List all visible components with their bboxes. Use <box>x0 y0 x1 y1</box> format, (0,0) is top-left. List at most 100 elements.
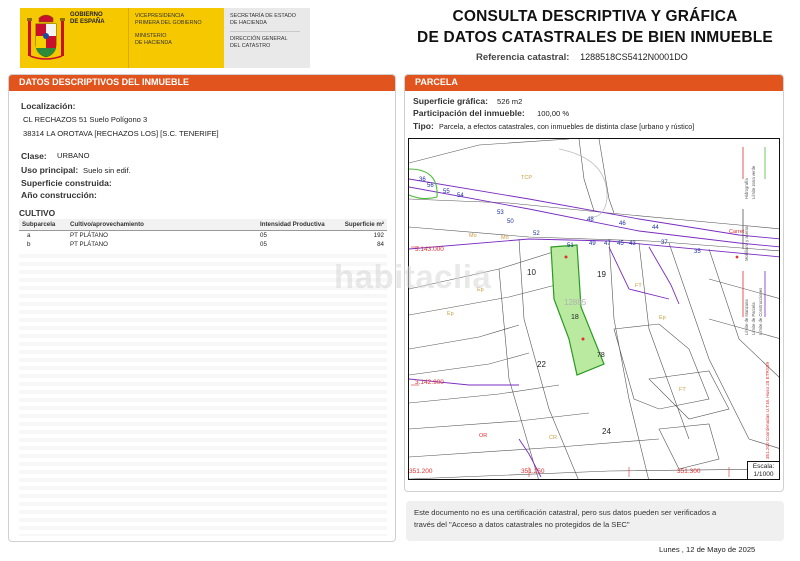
gov-spain-line2: DE ESPAÑA <box>70 19 105 25</box>
gov-spain-line1: GOBIERNO <box>70 12 103 18</box>
street-number: 56 <box>427 183 434 189</box>
legend-text: Hidrografía <box>744 178 749 199</box>
map-misc-label: CR <box>549 435 557 441</box>
street-number: 46 <box>619 221 626 227</box>
cultivo-table: Subparcela Cultivo/aprovechamiento Inten… <box>19 219 387 249</box>
table-row: a PT PLÁTANO 05 192 <box>19 231 387 241</box>
cell-intensidad: 05 <box>260 232 267 239</box>
uso-value: Suelo sin edif. <box>83 166 131 175</box>
section-title-parcela: PARCELA <box>405 75 783 91</box>
street-number: 36 <box>419 177 426 183</box>
legend-text: Límite de Parcela <box>751 302 756 335</box>
street-number: 53 <box>497 210 504 216</box>
map-misc-label: TCP <box>521 175 532 181</box>
superficie-grafica-value: 526 m2 <box>497 97 523 106</box>
localizacion-line2: 38314 LA OROTAVA [RECHAZOS LOS] [S.C. TE… <box>23 129 219 138</box>
document-title-line2: DE DATOS CATASTRALES DE BIEN INMUEBLE <box>417 29 773 46</box>
cultivo-title: CULTIVO <box>19 208 56 218</box>
empty-table-rows <box>19 254 387 536</box>
gov-block-ministry: VICEPRESIDENCIA PRIMERA DEL GOBIERNO MIN… <box>128 8 224 68</box>
legend-text: Límite de Construcciones <box>758 288 763 335</box>
coord-label: 351.250 <box>521 468 545 475</box>
map-parcel-point <box>581 337 585 341</box>
section-title-descriptive: DATOS DESCRIPTIVOS DEL INMUEBLE <box>9 75 395 91</box>
cell-subparcela: a <box>27 232 31 239</box>
map-base-lines <box>409 139 779 479</box>
cadastral-map[interactable]: 10 19 18 22 78 24 12885 56 55 54 53 52 5… <box>408 138 780 480</box>
document-title-line1: CONSULTA DESCRIPTIVA Y GRÁFICA <box>452 8 738 25</box>
anio-construccion-label: Año construcción: <box>21 190 97 200</box>
street-number: 45 <box>617 241 624 247</box>
legend-text: Límite zona verde <box>751 165 756 199</box>
disclaimer-note: Este documento no es una certificación c… <box>406 501 784 541</box>
cell-cultivo: PT PLÁTANO <box>70 241 108 248</box>
ref-value: 1288518CS5412N0001DO <box>580 52 688 62</box>
map-misc-label: OR <box>479 433 487 439</box>
map-label: 12885 <box>564 298 587 307</box>
map-scale: Escala: 1/1000 <box>747 461 779 479</box>
street-number: 37 <box>661 240 668 246</box>
map-misc-label: FT <box>679 387 686 393</box>
direccion-line2: DEL CATASTRO <box>230 42 271 49</box>
coat-of-arms-icon <box>27 14 65 60</box>
ministerio-line1: MINISTERIO <box>135 33 167 40</box>
street-number: 51 <box>567 243 574 249</box>
clase-value: URBANO <box>57 151 90 160</box>
col-superficie: Superficie m² <box>329 219 387 231</box>
legend-text: Límite de Manzana <box>744 299 749 335</box>
disclaimer-line1: Este documento no es una certificación c… <box>414 508 717 517</box>
table-header-row: Subparcela Cultivo/aprovechamiento Inten… <box>19 219 387 231</box>
map-label: 24 <box>602 427 611 436</box>
map-label: 10 <box>527 268 536 277</box>
vicepresidencia-line2: PRIMERA DEL GOBIERNO <box>135 19 202 26</box>
localizacion-line1: CL RECHAZOS 51 Suelo Polígono 3 <box>23 115 148 124</box>
col-cultivo: Cultivo/aprovechamiento <box>67 219 257 231</box>
uso-label: Uso principal: <box>21 165 79 175</box>
secretaria-line2: DE HACIENDA <box>230 19 267 26</box>
direccion-line1: DIRECCIÓN GENERAL <box>230 36 288 43</box>
secretaria-line1: SECRETARÍA DE ESTADO <box>230 13 296 19</box>
map-side-coordinates: 351.200 Coordenadas U.T.M. Huso 28 ETRS8… <box>765 362 770 459</box>
map-misc-label: FT <box>635 283 642 289</box>
disclaimer-line2: través del "Acceso a datos catastrales n… <box>414 520 630 529</box>
coord-label: 3.143.000 <box>415 246 444 253</box>
document-date: Lunes , 12 de Mayo de 2025 <box>659 545 756 554</box>
coord-label: 351.200 <box>409 468 433 475</box>
map-parcel-point <box>564 255 568 259</box>
map-misc-label: Mo <box>501 235 509 241</box>
table-row: b PT PLÁTANO 05 84 <box>19 240 387 249</box>
map-label: 18 <box>571 314 579 321</box>
cell-superficie: 192 <box>373 232 384 239</box>
scale-value: 1/1000 <box>753 471 774 478</box>
street-number: 49 <box>589 241 596 247</box>
ref-label: Referencia catastral: <box>476 52 570 63</box>
cadastral-map-drawing: 10 19 18 22 78 24 12885 56 55 54 53 52 5… <box>409 139 779 479</box>
cell-intensidad: 05 <box>260 241 267 248</box>
cell-subparcela: b <box>27 241 31 248</box>
map-misc-label: Mo <box>469 233 477 239</box>
coord-label: 3.142.900 <box>415 379 444 386</box>
legend-text: Mobiliario y aceras <box>744 226 749 261</box>
col-intensidad: Intensidad Productiva <box>257 219 329 231</box>
street-number: 48 <box>587 217 594 223</box>
localizacion-label: Localización: <box>21 101 76 111</box>
street-number: 55 <box>443 189 450 195</box>
clase-label: Clase: <box>21 151 47 161</box>
gov-block-spain: GOBIERNO DE ESPAÑA <box>20 8 128 68</box>
map-label: 78 <box>597 352 605 359</box>
street-number: 35 <box>694 249 701 255</box>
street-number: 52 <box>533 231 540 237</box>
map-label: 22 <box>537 360 546 369</box>
gov-block-catastro: SECRETARÍA DE ESTADO DE HACIENDA DIRECCI… <box>224 8 310 68</box>
street-number: 44 <box>652 225 659 231</box>
map-road-edge <box>558 148 608 218</box>
scale-label: Escala: <box>752 463 775 470</box>
ministerio-line2: DE HACIENDA <box>135 39 172 46</box>
street-number: 50 <box>507 219 514 225</box>
street-number: 54 <box>457 193 464 199</box>
coord-label: 351.300 <box>677 468 701 475</box>
descriptive-data-panel: DATOS DESCRIPTIVOS DEL INMUEBLE Localiza… <box>8 74 396 542</box>
cell-cultivo: PT PLÁTANO <box>70 232 108 239</box>
vicepresidencia-line1: VICEPRESIDENCIA <box>135 13 185 19</box>
map-misc-label: Ep <box>659 315 666 321</box>
